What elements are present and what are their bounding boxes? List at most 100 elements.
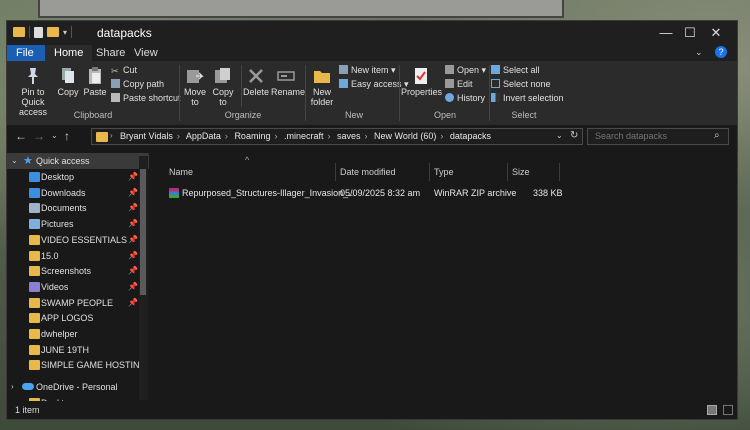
chevron-right-icon[interactable]: › <box>11 379 14 395</box>
tab-home[interactable]: Home <box>45 45 93 61</box>
sidebar-item[interactable]: dwhelper <box>7 326 149 342</box>
paste-shortcut-button[interactable]: Paste shortcut <box>111 93 181 104</box>
new-item-button[interactable]: New item ▾ <box>339 65 396 76</box>
sidebar-item[interactable]: Desktop 📌 <box>7 169 149 185</box>
open-group-label: Open <box>433 110 457 120</box>
copy-path-button[interactable]: Copy path <box>111 79 164 90</box>
copy-button[interactable]: Copy <box>57 67 79 97</box>
details-view-icon[interactable] <box>707 405 717 415</box>
column-header-size[interactable]: Size <box>512 165 530 179</box>
folder-icon <box>29 266 40 277</box>
sidebar-item[interactable]: 15.0 📌 <box>7 248 149 264</box>
ribbon-tabs: File Home Share View ⌄ ? <box>7 45 737 61</box>
sidebar-item[interactable]: Downloads 📌 <box>7 185 149 201</box>
select-all-button[interactable]: Select all <box>491 65 540 76</box>
delete-button[interactable]: Delete <box>243 67 269 97</box>
properties-button[interactable]: Properties <box>401 67 442 97</box>
address-dropdown-icon[interactable]: ⌄ <box>556 131 563 140</box>
move-to-label: Move to <box>183 87 206 107</box>
expand-ribbon-icon[interactable]: ⌄ <box>695 47 703 58</box>
invert-selection-button[interactable]: Invert selection <box>491 93 564 104</box>
explorer-window: ▾ datapacks — ☐ ✕ File Home Share View ⌄… <box>6 20 738 420</box>
pin-icon: 📌 <box>128 187 138 197</box>
open-button[interactable]: Open ▾ <box>445 65 486 76</box>
file-size: 338 KB <box>533 188 563 198</box>
breadcrumb-item[interactable]: .minecraft <box>284 131 324 141</box>
search-input[interactable] <box>593 130 712 142</box>
folder-icon <box>29 234 40 245</box>
tab-file[interactable]: File <box>7 45 45 61</box>
paste-icon <box>89 67 101 84</box>
large-icons-view-icon[interactable] <box>723 405 733 415</box>
help-icon[interactable]: ? <box>715 46 727 58</box>
breadcrumb-item[interactable]: Roaming <box>234 131 270 141</box>
move-to-button[interactable]: Move to <box>183 67 207 107</box>
close-button[interactable]: ✕ <box>693 21 739 45</box>
invert-selection-label: Invert selection <box>503 93 564 103</box>
refresh-icon[interactable]: ↻ <box>570 130 578 141</box>
select-all-label: Select all <box>503 65 540 75</box>
sidebar-item-label: Videos <box>41 281 69 292</box>
sidebar-item[interactable]: SIMPLE GAME HOSTING <box>7 357 149 373</box>
properties-icon[interactable] <box>34 26 43 38</box>
chevron-down-icon[interactable]: ⌄ <box>11 153 18 169</box>
sidebar-item-quick-access[interactable]: ⌄ ★ Quick access <box>7 153 149 169</box>
up-arrow-icon[interactable]: ↑ <box>64 129 70 143</box>
recent-locations-icon[interactable]: ⌄ <box>51 131 58 140</box>
column-header-type[interactable]: Type <box>434 165 454 179</box>
breadcrumb-item[interactable]: saves <box>337 131 361 141</box>
sidebar-item[interactable]: VIDEO ESSENTIALS 📌 <box>7 232 149 248</box>
history-button[interactable]: History <box>445 93 485 104</box>
tab-view[interactable]: View <box>125 45 167 61</box>
quick-access-toolbar: ▾ <box>13 26 73 38</box>
folder-icon <box>29 329 40 339</box>
organize-group-label: Organize <box>224 110 262 120</box>
sidebar-item-label: Desktop <box>41 172 75 182</box>
customize-dropdown-icon[interactable]: ▾ <box>63 28 67 37</box>
documents-icon <box>29 203 40 214</box>
search-box[interactable]: ⌕ <box>587 128 729 145</box>
edit-icon <box>445 79 454 88</box>
nav-scrollbar-thumb[interactable] <box>140 169 146 295</box>
sidebar-item-label: OneDrive - Personal <box>36 382 118 393</box>
address-bar[interactable]: › Bryant Vidals › AppData › Roaming › .mine… <box>91 128 583 145</box>
breadcrumb-item[interactable]: AppData <box>186 131 221 141</box>
sidebar-item[interactable]: Pictures 📌 <box>7 216 149 232</box>
back-arrow-icon[interactable]: ← <box>15 129 27 143</box>
edit-button[interactable]: Edit <box>445 79 473 90</box>
column-header-date[interactable]: Date modified <box>340 165 396 179</box>
videos-icon <box>29 281 40 292</box>
new-folder-button[interactable]: New folder <box>309 67 335 107</box>
breadcrumb-item[interactable]: datapacks <box>450 131 491 141</box>
table-row[interactable]: Repurposed_Structures-Illager_Invasion_.… <box>163 185 563 201</box>
easy-access-icon <box>339 79 348 88</box>
cut-button[interactable]: ✂ Cut <box>111 65 137 76</box>
breadcrumb-item[interactable]: Bryant Vidals <box>120 131 173 141</box>
pin-icon: 📌 <box>128 266 138 276</box>
new-item-label: New item <box>351 65 389 75</box>
folder-icon <box>13 27 25 37</box>
easy-access-label: Easy access <box>351 79 402 89</box>
paste-button[interactable]: Paste <box>83 67 107 97</box>
folder-icon <box>96 132 108 142</box>
sidebar-item[interactable]: Videos 📌 <box>7 279 149 295</box>
sidebar-item-onedrive[interactable]: › OneDrive - Personal <box>7 379 149 395</box>
new-group-label: New <box>344 110 363 120</box>
select-all-icon <box>491 65 500 74</box>
sidebar-item[interactable]: Screenshots 📌 <box>7 263 149 279</box>
select-none-button[interactable]: Select none <box>491 79 551 90</box>
sidebar-item[interactable]: APP LOGOS <box>7 310 149 326</box>
divider <box>179 65 180 121</box>
copy-to-button[interactable]: Copy to <box>211 67 235 107</box>
sidebar-item[interactable]: JUNE 19TH <box>7 342 149 358</box>
forward-arrow-icon[interactable]: → <box>33 129 45 143</box>
copy-icon <box>62 68 74 83</box>
new-folder-icon[interactable] <box>47 27 59 37</box>
breadcrumb-item[interactable]: New World (60) <box>374 131 436 141</box>
clipboard-group-label: Clipboard <box>73 110 113 120</box>
rename-button[interactable]: Rename <box>271 67 305 97</box>
sidebar-item[interactable]: Documents 📌 <box>7 200 149 216</box>
column-header-name[interactable]: Name <box>169 165 193 179</box>
open-icon <box>445 65 454 74</box>
sidebar-item[interactable]: SWAMP PEOPLE 📌 <box>7 295 149 311</box>
